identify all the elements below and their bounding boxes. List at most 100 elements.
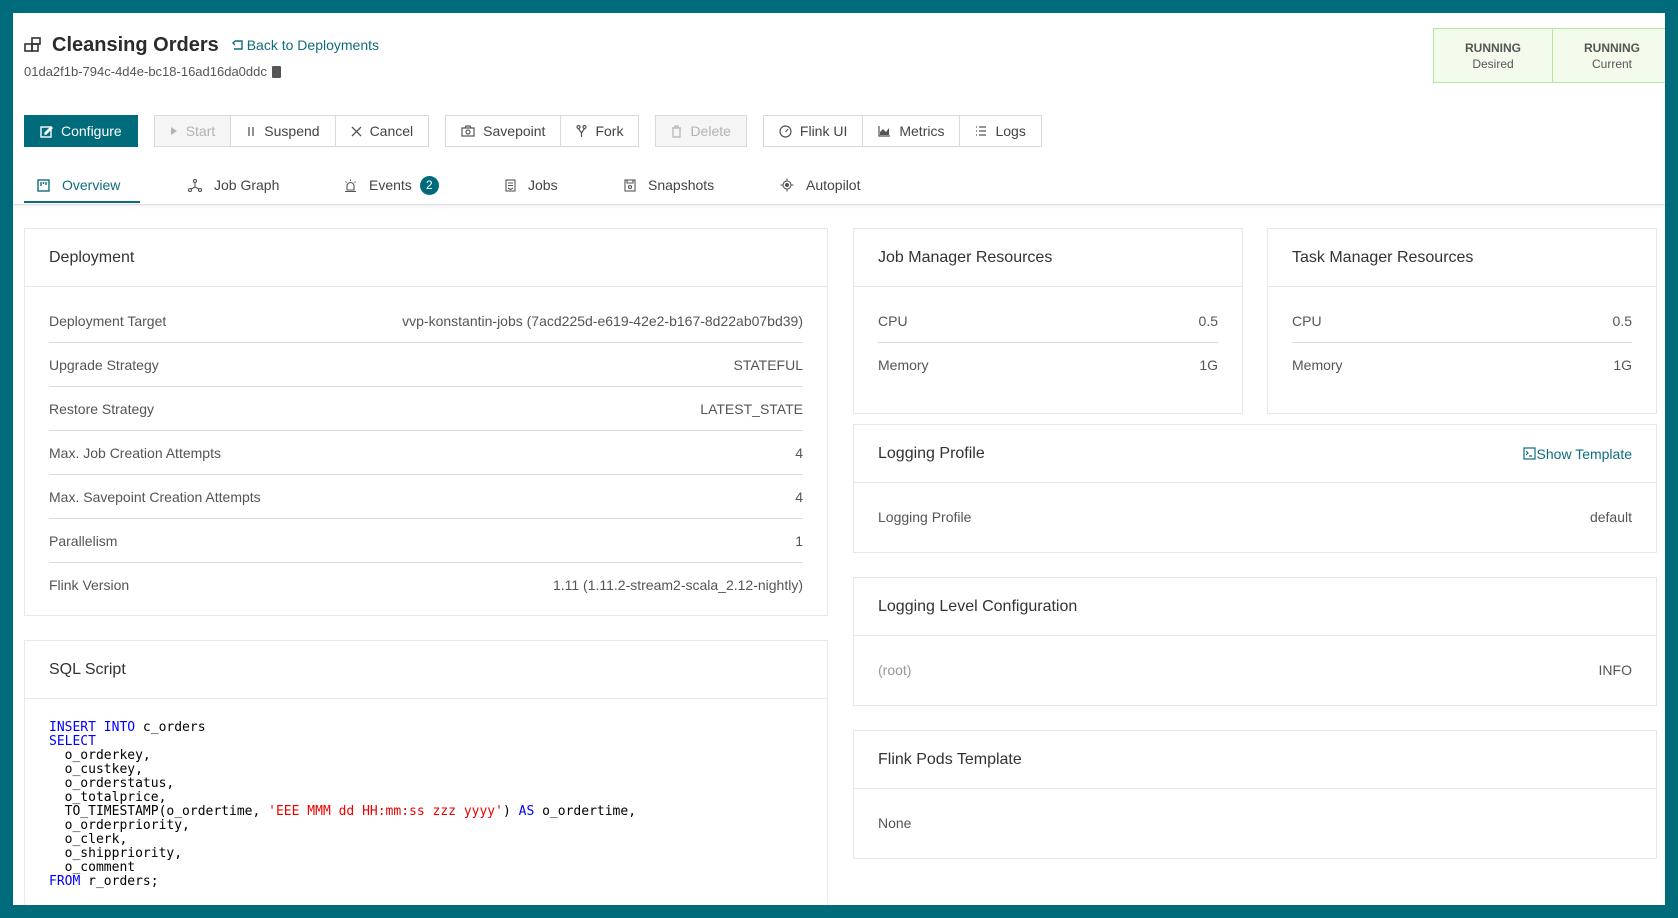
configure-label: Configure (61, 123, 122, 139)
sql-text: o_totalprice, (49, 790, 167, 805)
sql-keyword: FROM (49, 874, 81, 889)
detail-value: 0.5 (1612, 312, 1632, 329)
tab-events[interactable]: Events 2 (344, 168, 439, 202)
detail-value: 1.11 (1.11.2-stream2-scala_2.12-nightly) (552, 576, 803, 593)
sql-text: o_orderstatus, (49, 776, 175, 791)
cancel-button[interactable]: Cancel (335, 115, 430, 147)
detail-row: Upgrade Strategy STATEFUL (49, 343, 803, 387)
back-to-deployments-link[interactable]: Back to Deployments (231, 37, 379, 53)
deployment-card-header: Deployment (25, 229, 827, 287)
sql-text: TO_TIMESTAMP(o_ordertime, (49, 804, 269, 819)
detail-value: 0.5 (1198, 312, 1218, 329)
detail-label: Max. Savepoint Creation Attempts (49, 488, 261, 505)
flink-pods-template-card: Flink Pods Template None (853, 730, 1657, 859)
tab-jobs[interactable]: Jobs (505, 168, 558, 202)
detail-row: Max. Savepoint Creation Attempts 4 (49, 475, 803, 519)
flink-ui-button[interactable]: Flink UI (762, 115, 864, 147)
logging-level-details: (root) INFO (854, 636, 1656, 691)
cancel-label: Cancel (369, 123, 414, 139)
tab-autopilot[interactable]: Autopilot (780, 168, 860, 202)
detail-value: 4 (795, 444, 803, 461)
sql-keyword: AS (518, 804, 535, 819)
sql-line: TO_TIMESTAMP(o_ordertime, 'EEE MMM dd HH… (49, 804, 636, 819)
tab-events-label: Events (369, 177, 412, 193)
configure-button[interactable]: Configure (24, 115, 138, 147)
fork-icon (576, 124, 588, 137)
area-chart-icon (878, 126, 891, 137)
sql-text: o_custkey, (49, 762, 143, 777)
logger-level: INFO (1598, 661, 1632, 678)
tab-overview[interactable]: Overview (37, 168, 120, 202)
tab-overview-label: Overview (62, 177, 121, 193)
fork-button[interactable]: Fork (561, 115, 640, 147)
deployment-id: 01da2f1b-794c-4d4e-bc18-16ad16da0ddc (24, 64, 281, 79)
page-header: Cleansing Orders Back to Deployments (24, 32, 379, 58)
detail-row: Parallelism 1 (49, 519, 803, 563)
overview-icon (37, 178, 50, 192)
current-state-label: Current (1591, 56, 1632, 71)
show-template-link[interactable]: Show Template (1522, 446, 1632, 462)
sql-text: o_orderkey, (49, 748, 151, 763)
detail-value: 1G (1613, 356, 1632, 373)
tab-snapshots-label: Snapshots (648, 177, 715, 193)
logs-button[interactable]: Logs (960, 115, 1042, 147)
jobs-icon (505, 178, 516, 192)
suspend-button[interactable]: Suspend (231, 115, 336, 147)
detail-label: CPU (1292, 312, 1322, 329)
suspend-label: Suspend (264, 123, 320, 139)
sql-line: o_clerk, (49, 832, 128, 847)
snapshot-icon (624, 178, 636, 192)
status-badge: RUNNING Desired RUNNING Current (1433, 28, 1665, 83)
active-tab-indicator (24, 201, 140, 203)
tab-job-graph[interactable]: Job Graph (188, 168, 279, 202)
play-icon (170, 127, 177, 135)
job-graph-icon (188, 178, 202, 192)
fork-label: Fork (595, 123, 624, 139)
sql-script-card-header: SQL Script (25, 641, 827, 699)
sql-line: o_orderkey, (49, 748, 151, 763)
sql-line: INSERT INTO c_orders (49, 720, 206, 735)
list-icon (976, 126, 987, 136)
deployment-page: Cleansing Orders Back to Deployments 01d… (13, 13, 1665, 905)
task-manager-resources-card: Task Manager Resources CPU 0.5 Memory 1G (1267, 228, 1657, 414)
tab-job-graph-label: Job Graph (214, 177, 280, 193)
current-state-value: RUNNING (1584, 40, 1640, 55)
back-icon (231, 39, 243, 50)
sql-text: r_orders; (80, 874, 159, 889)
detail-label: Max. Job Creation Attempts (49, 444, 221, 461)
tab-bar: Overview Job Graph Events 2 Jobs Snapsho… (13, 168, 1665, 205)
task-manager-title: Task Manager Resources (1292, 248, 1474, 266)
job-manager-title: Job Manager Resources (878, 248, 1053, 266)
task-manager-card-header: Task Manager Resources (1268, 229, 1656, 287)
detail-row: (root) INFO (878, 648, 1632, 691)
delete-label: Delete (690, 123, 731, 139)
dashboard-icon (779, 124, 792, 138)
terminal-icon (1522, 447, 1536, 460)
tab-snapshots[interactable]: Snapshots (624, 168, 714, 202)
logger-name: (root) (878, 661, 912, 678)
sql-line: SELECT (49, 734, 96, 749)
metrics-button[interactable]: Metrics (863, 115, 961, 147)
detail-row: Flink Version 1.11 (1.11.2-stream2-scala_… (49, 563, 803, 606)
detail-label: Memory (878, 356, 929, 373)
task-manager-details: CPU 0.5 Memory 1G (1268, 287, 1656, 386)
detail-label: CPU (878, 312, 908, 329)
logging-profile-details: Logging Profile default (854, 483, 1656, 538)
action-toolbar: Configure Start Suspend Cancel Savepoint (24, 115, 1042, 147)
copy-icon[interactable] (271, 65, 281, 78)
tab-jobs-label: Jobs (528, 177, 558, 193)
start-button[interactable]: Start (153, 115, 232, 147)
flink-pods-template-card-header: Flink Pods Template (854, 731, 1656, 789)
detail-row: CPU 0.5 (878, 299, 1218, 343)
delete-button[interactable]: Delete (655, 115, 747, 147)
savepoint-button[interactable]: Savepoint (445, 115, 562, 147)
job-manager-details: CPU 0.5 Memory 1G (854, 287, 1242, 386)
edit-icon (40, 125, 53, 138)
desired-state-label: Desired (1472, 56, 1514, 71)
logging-profile-card: Logging Profile Show Template Logging Pr… (853, 424, 1657, 553)
trash-icon (672, 124, 682, 138)
snapshot-button-group: Savepoint Fork (445, 115, 640, 147)
close-icon (351, 126, 362, 136)
camera-icon (461, 125, 475, 137)
page-title: Cleansing Orders (52, 33, 219, 56)
